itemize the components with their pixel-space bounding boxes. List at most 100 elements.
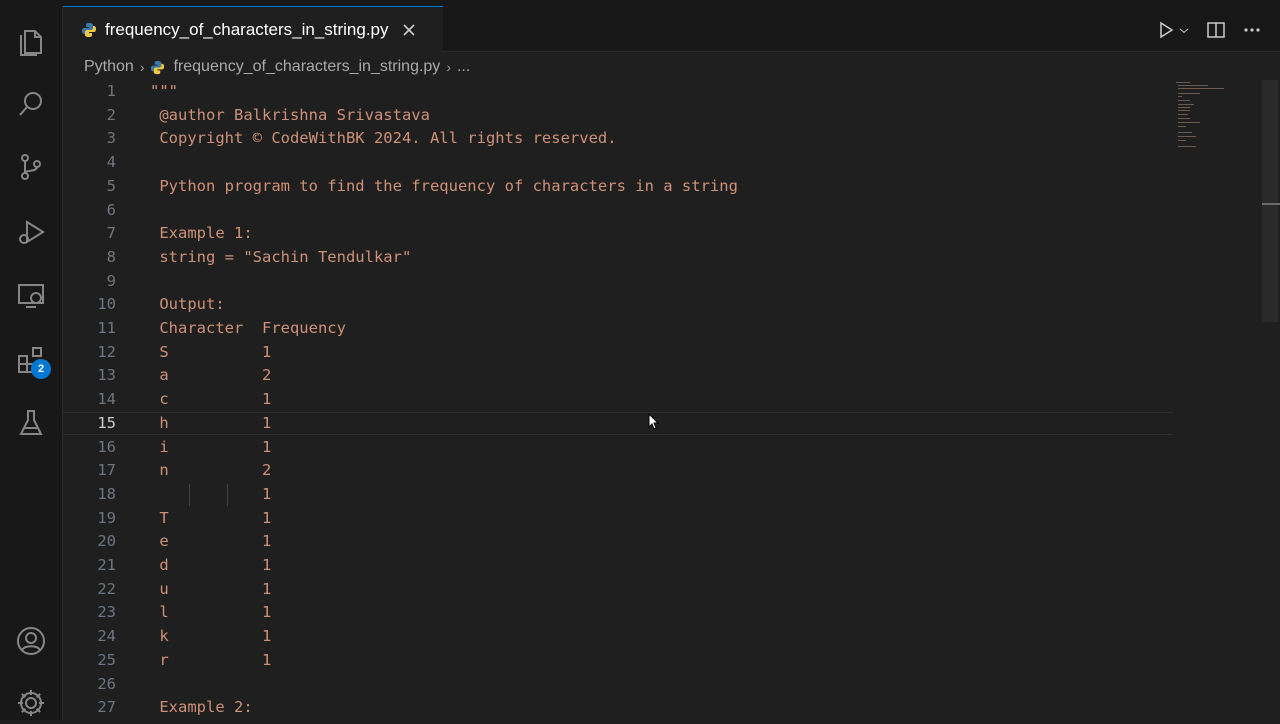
vertical-scrollbar[interactable] [1262,80,1278,322]
code-line[interactable]: 24 k 1 [63,625,1173,649]
line-number: 19 [97,508,116,527]
code-line[interactable]: 25 r 1 [63,649,1173,673]
close-icon[interactable] [401,22,417,38]
python-file-icon [82,22,96,37]
tab-strip: frequency_of_characters_in_string.py [63,6,1280,52]
breadcrumb-folder[interactable]: Python [84,58,134,76]
code-line[interactable]: 19 T 1 [63,507,1173,531]
line-text: c 1 [150,390,272,409]
code-line[interactable]: 9 [63,270,1173,294]
source-control-icon [21,154,41,180]
code-editor[interactable]: 1 """ 2 @author Balkrishna Srivastava 3 Cop… [63,80,1263,720]
code-line[interactable]: 7 Example 1: [63,222,1173,246]
code-line[interactable]: 2 @author Balkrishna Srivastava [63,104,1173,128]
search-button[interactable] [10,83,52,125]
breadcrumb-file[interactable]: frequency_of_characters_in_string.py [173,58,440,76]
code-line[interactable]: 5 Python program to find the frequency o… [63,175,1173,199]
files-icon [20,30,42,56]
line-text: Copyright © CodeWithBK 2024. All rights … [150,129,617,148]
run-file-icon[interactable] [1156,20,1176,40]
line-text: n 2 [150,461,272,480]
code-line[interactable]: 4 [63,151,1173,175]
line-text: string = "Sachin Tendulkar" [150,247,412,266]
line-number: 15 [97,413,116,432]
line-text: Example 2: [150,698,253,717]
code-line[interactable]: 10 Output: [63,293,1173,317]
line-number: 20 [97,532,116,551]
code-line[interactable]: 16 i 1 [63,436,1173,460]
line-number: 10 [97,295,116,314]
python-file-icon [151,60,165,74]
line-number: 14 [97,390,116,409]
line-text: i 1 [150,437,272,456]
code-line[interactable]: 1 """ [63,80,1173,104]
line-number: 8 [106,247,116,266]
line-number: 3 [106,129,116,148]
line-number: 24 [97,627,116,646]
code-line[interactable]: 11 Character Frequency [63,317,1173,341]
line-number: 6 [106,200,116,219]
testing-button[interactable] [10,402,52,444]
line-number: 21 [97,556,116,574]
line-number: 4 [106,153,116,172]
account-icon [17,627,45,655]
run-debug-icon [19,220,45,244]
editor-actions [1156,20,1262,40]
breadcrumb: Python › frequency_of_characters_in_stri… [84,56,470,78]
code-line[interactable]: 17 n 2 [63,459,1173,483]
breadcrumb-more[interactable]: ... [457,58,470,76]
source-control-button[interactable] [10,146,52,188]
line-text: Example 1: [150,224,253,243]
code-line[interactable]: 6 [63,199,1173,223]
code-line[interactable]: 22 u 1 [63,578,1173,602]
line-text: @author Balkrishna Srivastava [150,105,430,124]
chevron-right-icon: › [446,59,451,75]
tab-frequency-of-characters[interactable]: frequency_of_characters_in_string.py [63,6,443,52]
code-line[interactable]: 15 h 1 [63,411,1173,436]
code-line[interactable]: 12 S 1 [63,341,1173,365]
line-text: a 2 [150,366,272,385]
line-text: r 1 [150,650,272,669]
explorer-button[interactable] [10,20,52,62]
scrollbar-cursor-marker [1262,203,1280,205]
line-number: 22 [97,579,116,598]
line-text: """ [150,82,178,100]
manage-settings-button[interactable] [10,682,52,724]
line-text: d 1 [150,556,272,574]
tab-label: frequency_of_characters_in_string.py [105,19,389,39]
settings-gear-icon [18,690,44,716]
line-text: u 1 [150,579,272,598]
line-text: S 1 [150,342,272,361]
line-text: h 1 [150,413,272,432]
code-line[interactable]: 14 c 1 [63,388,1173,412]
line-text: e 1 [150,532,272,551]
code-line[interactable]: 27 Example 2: [63,696,1173,720]
code-line[interactable]: 20 e 1 [63,530,1173,554]
chevron-right-icon: › [139,59,145,75]
code-line[interactable]: 8 string = "Sachin Tendulkar" [63,246,1173,270]
chevron-down-icon[interactable] [1178,20,1190,40]
line-number: 17 [97,461,116,480]
search-icon [19,92,42,116]
line-number: 23 [97,603,116,622]
code-line[interactable]: 13 a 2 [63,364,1173,388]
code-line[interactable]: 21 d 1 [63,554,1173,578]
run-debug-button[interactable] [10,211,52,253]
account-button[interactable] [10,620,52,662]
remote-explorer-button[interactable] [10,274,52,316]
code-line[interactable]: 3 Copyright © CodeWithBK 2024. All right… [63,127,1173,151]
indent-guide [227,484,228,506]
line-number: 5 [106,176,116,195]
testing-icon [19,410,43,435]
line-text: 1 [150,484,272,503]
line-number: 13 [97,366,116,385]
more-actions-icon[interactable] [1242,20,1262,40]
line-text: l 1 [150,603,272,622]
minimap[interactable] [1172,80,1228,160]
code-line[interactable]: 26 [63,673,1173,697]
code-line[interactable]: 23 l 1 [63,601,1173,625]
line-number: 1 [106,82,116,100]
code-line[interactable]: 18 1 [63,483,1173,507]
line-number: 26 [97,674,116,693]
split-editor-icon[interactable] [1206,20,1226,40]
